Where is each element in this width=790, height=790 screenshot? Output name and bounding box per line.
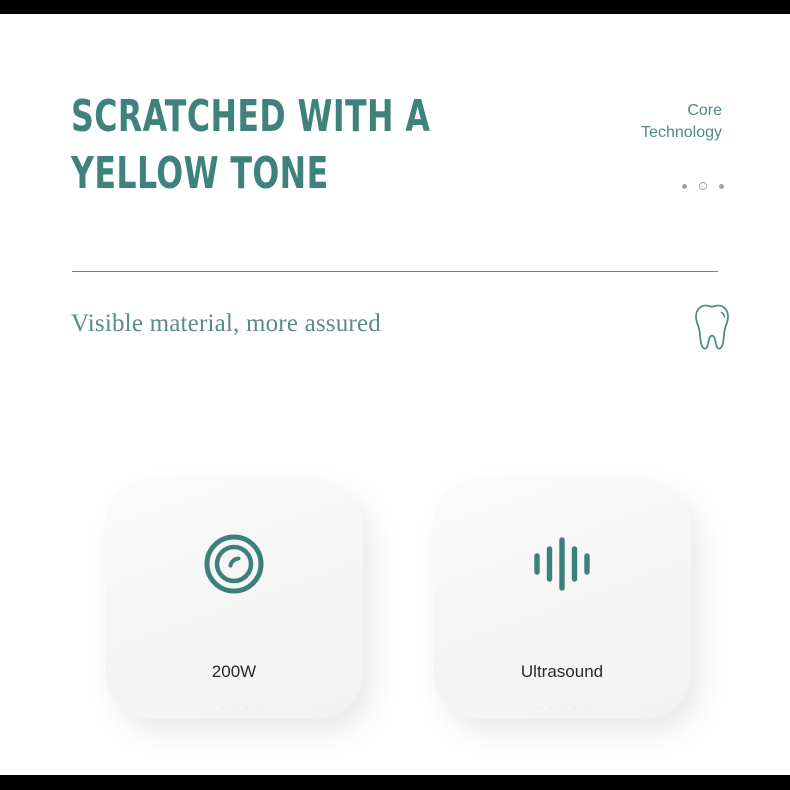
pagination-dots[interactable]	[682, 182, 724, 190]
subtitle-row: Visible material, more assured	[0, 302, 790, 372]
subtitle-text: Visible material, more assured	[71, 310, 381, 337]
pagination-dot-2[interactable]	[699, 182, 707, 190]
card-dot	[572, 707, 576, 710]
card-dot	[256, 707, 260, 710]
header-divider	[72, 271, 718, 272]
letterbox-top	[0, 0, 790, 14]
pagination-dot-3[interactable]	[719, 183, 724, 189]
card-dot	[232, 707, 236, 710]
card-dot	[548, 707, 552, 710]
card-dot	[208, 707, 212, 710]
card-dots	[433, 707, 691, 710]
page-content: SCRATCHED WITH A YELLOW TONE Core Techno…	[0, 14, 790, 775]
card-dots	[105, 707, 363, 710]
waveform-icon	[433, 527, 691, 601]
tooth-icon	[690, 302, 734, 352]
page-title: SCRATCHED WITH A YELLOW TONE	[71, 91, 431, 199]
letterbox-bottom	[0, 775, 790, 790]
card-dot	[560, 707, 564, 710]
pagination-dot-1[interactable]	[682, 183, 687, 189]
feature-cards: 200W Ultrasound	[0, 464, 790, 724]
concentric-circles-icon	[105, 527, 363, 601]
feature-card-label: Ultrasound	[520, 662, 604, 681]
feature-card-ultrasound[interactable]: Ultrasound	[433, 479, 691, 719]
feature-card-label: 200W	[211, 662, 257, 681]
card-dot	[244, 707, 248, 710]
card-dot	[584, 707, 588, 710]
screen: SCRATCHED WITH A YELLOW TONE Core Techno…	[0, 0, 790, 790]
card-dot	[220, 707, 224, 710]
section-kicker: Core Technology	[641, 102, 722, 141]
header: SCRATCHED WITH A YELLOW TONE Core Techno…	[0, 14, 790, 272]
feature-card-power[interactable]: 200W	[105, 479, 363, 719]
card-dot	[536, 707, 540, 710]
